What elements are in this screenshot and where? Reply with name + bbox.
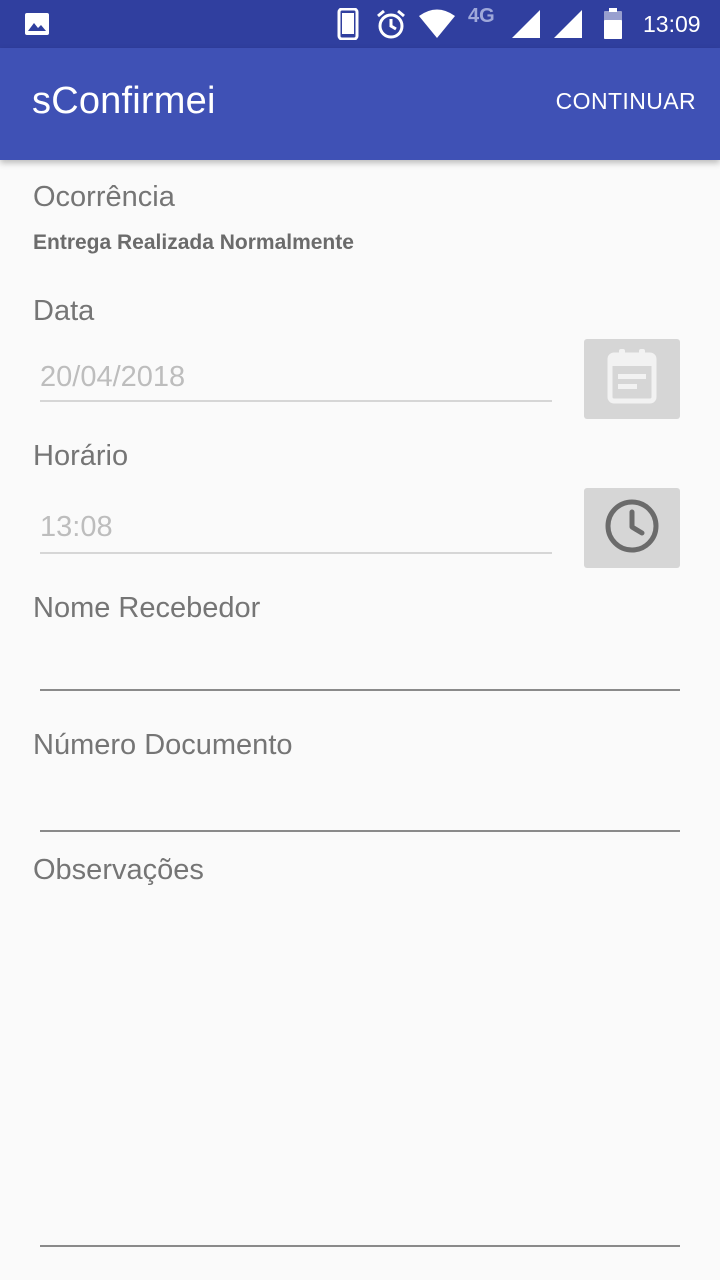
clock-icon [604,498,660,559]
nome-recebedor-underline [40,689,680,691]
app-bar: sConfirmei CONTINUAR [0,48,720,160]
time-field-underline [40,552,552,554]
continue-button[interactable]: CONTINUAR [556,88,696,115]
horario-label: Horário [33,440,129,472]
nome-recebedor-input[interactable] [40,650,680,686]
nome-recebedor-label: Nome Recebedor [33,592,261,624]
status-time: 13:09 [643,10,701,37]
app-title: sConfirmei [32,80,216,122]
signal-icon [552,0,584,48]
ocorrencia-value: Entrega Realizada Normalmente [33,231,354,254]
observacoes-underline [40,1245,680,1247]
status-bar: 4G 13:09 [0,0,720,48]
alarm-icon [375,0,407,48]
date-picker-button[interactable] [584,339,680,419]
numero-documento-label: Número Documento [33,729,293,761]
observacoes-input[interactable] [40,900,680,1240]
phone-icon [337,0,359,48]
image-icon [24,0,50,48]
wifi-icon [418,0,456,48]
signal-icon [510,0,542,48]
battery-icon [603,0,623,48]
date-field[interactable]: 20/04/2018 [40,361,185,394]
numero-documento-underline [40,830,680,832]
date-field-underline [40,400,552,402]
observacoes-label: Observações [33,854,204,886]
time-field[interactable]: 13:08 [40,511,113,544]
calendar-icon [607,348,657,410]
data-label: Data [33,295,95,327]
time-picker-button[interactable] [584,488,680,568]
numero-documento-input[interactable] [40,790,680,826]
network-type-label: 4G [468,4,495,27]
ocorrencia-label: Ocorrência [33,181,175,213]
